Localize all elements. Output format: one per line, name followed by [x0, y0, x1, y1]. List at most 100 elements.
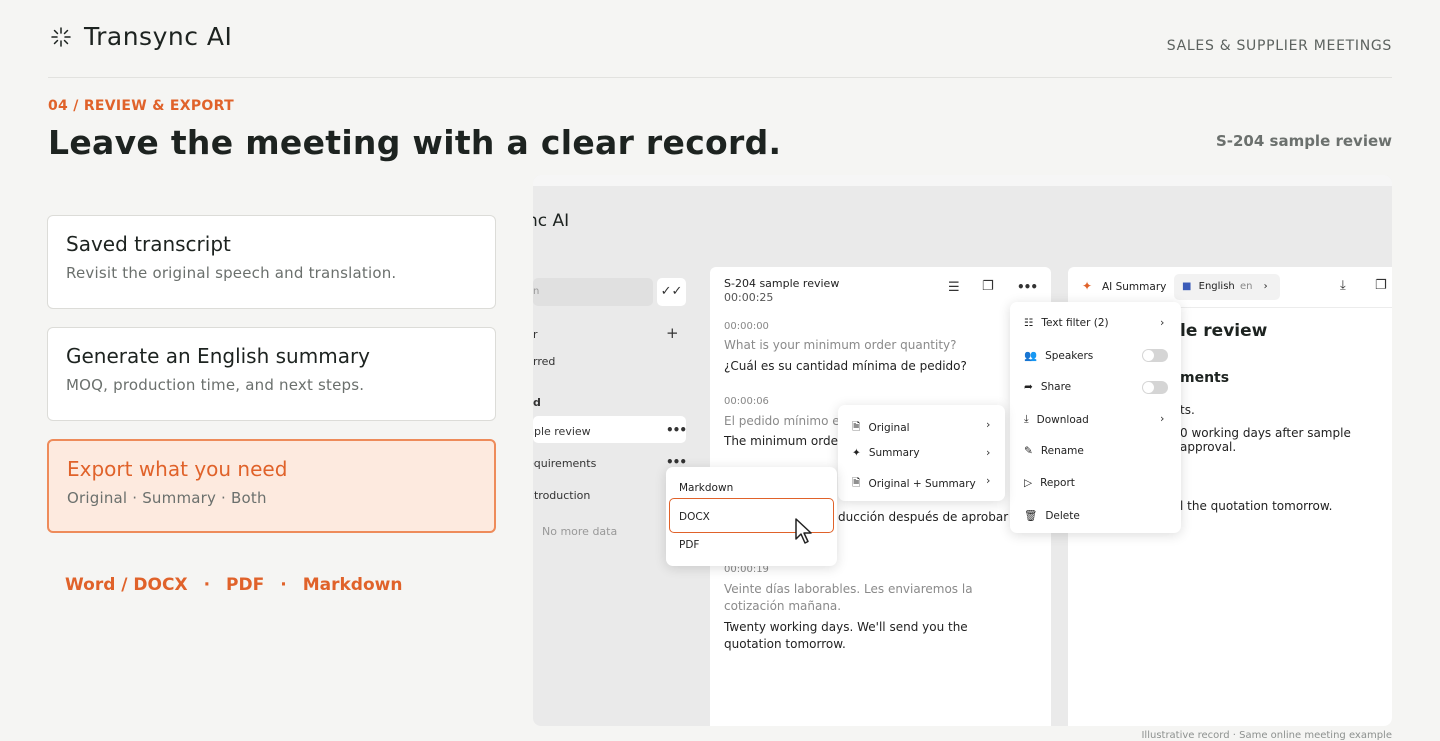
menu-label: Rename: [1040, 445, 1084, 457]
copy-icon[interactable]: ❐: [982, 279, 994, 294]
format-separator: ·: [280, 575, 287, 595]
original-text: What is your minimum order quantity?: [724, 338, 957, 352]
add-folder-button[interactable]: +: [666, 324, 679, 342]
trash-icon: 🗑: [1024, 510, 1038, 522]
timestamp: 00:00:06: [724, 396, 769, 407]
menu-share[interactable]: ➦ Share: [1024, 381, 1071, 393]
format-submenu: Markdown DOCX PDF: [666, 467, 837, 566]
sidebar-row: r: [533, 328, 538, 341]
app-titlebar: [533, 175, 1392, 186]
menu-text-filter[interactable]: ☷ Text filter (2): [1024, 317, 1109, 329]
app-window: nc AI n ✓✓ r + rred d nple review ••• eq…: [533, 175, 1392, 726]
translated-text: Twenty working days. We'll send you the …: [724, 620, 968, 651]
sparkle-logo-icon: [51, 26, 71, 47]
feature-title: Export what you need: [67, 457, 288, 481]
feature-subtitle: Revisit the original speech and translat…: [66, 264, 397, 282]
feature-subtitle: MOQ, production time, and next steps.: [66, 376, 365, 394]
download-both[interactable]: 🗎 Original + Summary: [852, 475, 976, 493]
app-title: nc AI: [533, 211, 570, 231]
menu-label: Speakers: [1045, 349, 1094, 362]
brand-name: Transync AI: [84, 22, 233, 51]
chevron-right-icon: ›: [1160, 412, 1165, 425]
users-icon: 👥: [1024, 350, 1038, 362]
chevron-right-icon: ›: [986, 474, 991, 487]
step-label: 04 / REVIEW & EXPORT: [48, 98, 234, 114]
language-selector[interactable]: ■ English en ›: [1174, 274, 1280, 300]
flag-icon: ■: [1182, 281, 1192, 292]
menu-label: Download: [1036, 413, 1089, 426]
menu-rename[interactable]: ✎ Rename: [1024, 445, 1084, 457]
format-markdown: Markdown: [302, 575, 403, 595]
language-code: en: [1239, 281, 1253, 292]
menu-label: Summary: [868, 447, 920, 459]
filter-icon: ☷: [1024, 317, 1034, 329]
format-docx-option[interactable]: DOCX: [679, 511, 710, 523]
brand-logo: Transync AI: [50, 22, 232, 51]
sparkle-icon: ✦: [852, 447, 861, 459]
sidebar-empty-label: No more data: [542, 525, 618, 538]
menu-delete[interactable]: 🗑 Delete: [1024, 509, 1080, 523]
mark-all-read-button[interactable]: ✓✓: [657, 278, 686, 306]
sidebar-starred[interactable]: rred: [533, 355, 555, 368]
summary-heading: le review: [1180, 321, 1268, 341]
send-icon: ▷: [1024, 477, 1033, 489]
format-markdown-option[interactable]: Markdown: [679, 482, 733, 494]
more-options-menu: ☷ Text filter (2) › 👥 Speakers ➦ Share ⤓ Dow…: [1010, 302, 1181, 533]
feature-card-summary[interactable]: Generate an English summary MOQ, product…: [47, 327, 496, 421]
summary-line: l the quotation tomorrow.: [1180, 499, 1333, 513]
original-text: Veinte días laborables. Les enviaremos l…: [724, 582, 973, 613]
download-original[interactable]: 🗎 Original: [852, 419, 910, 437]
language-name: English: [1198, 281, 1235, 292]
format-docx: Word / DOCX: [65, 575, 188, 595]
double-check-icon: ✓✓: [660, 284, 683, 299]
menu-label: Share: [1040, 381, 1072, 393]
download-icon[interactable]: ⤓: [1340, 278, 1346, 293]
sidebar-search-input[interactable]: n: [533, 278, 653, 306]
export-formats: Word / DOCX · PDF · Markdown: [65, 575, 402, 595]
tab-ai-summary[interactable]: AI Summary: [1102, 281, 1166, 293]
chevron-right-icon: ›: [986, 418, 991, 431]
transcript-duration: 00:00:25: [724, 291, 774, 304]
more-dots-icon[interactable]: •••: [666, 423, 687, 437]
document-icon: 🗎: [852, 477, 861, 489]
page-title: Leave the meeting with a clear record.: [48, 123, 782, 162]
format-separator: ·: [203, 575, 211, 595]
category-label: SALES & SUPPLIER MEETINGS: [1166, 38, 1392, 54]
chevron-right-icon: ›: [1263, 281, 1268, 292]
plus-icon: +: [666, 324, 679, 342]
sidebar-section: d: [533, 396, 541, 409]
download-icon: ⤓: [1024, 413, 1029, 425]
header-divider: [48, 77, 1392, 78]
summary-line: ts.: [1180, 403, 1195, 417]
format-pdf: PDF: [226, 575, 265, 595]
timestamp: 00:00:00: [724, 321, 769, 332]
transcript-title: S-204 sample review: [724, 277, 840, 290]
speakers-toggle[interactable]: [1142, 349, 1168, 362]
more-options-button[interactable]: •••: [1017, 280, 1038, 294]
menu-label: Original: [868, 422, 910, 434]
mouse-cursor-icon: [795, 518, 812, 544]
copy-icon[interactable]: ❐: [1375, 278, 1387, 293]
sidebar-item-requirements[interactable]: equirements: [533, 457, 596, 470]
menu-report[interactable]: ▷ Report: [1024, 477, 1075, 489]
feature-card-export[interactable]: Export what you need Original · Summary …: [47, 439, 496, 533]
menu-label: Report: [1040, 477, 1075, 489]
menu-label: Text filter (2): [1041, 317, 1109, 329]
format-pdf-option[interactable]: PDF: [679, 539, 699, 551]
share-toggle[interactable]: [1142, 381, 1168, 394]
notes-icon[interactable]: ☰: [948, 280, 960, 295]
sidebar-item-sample-review[interactable]: nple review: [533, 425, 591, 438]
footnote: Illustrative record · Same online meetin…: [1141, 730, 1392, 741]
menu-download[interactable]: ⤓ Download: [1024, 413, 1089, 426]
download-submenu: 🗎 Original › ✦ Summary › 🗎 Original + Summa…: [838, 405, 1005, 501]
feature-title: Generate an English summary: [66, 344, 371, 368]
pencil-icon: ✎: [1024, 445, 1033, 457]
menu-label: Original + Summary: [868, 478, 976, 490]
summary-section: ments: [1180, 370, 1230, 386]
sidebar-item-introduction[interactable]: ntroduction: [533, 489, 590, 502]
download-summary[interactable]: ✦ Summary: [852, 447, 920, 459]
chevron-right-icon: ›: [1160, 316, 1165, 329]
menu-speakers[interactable]: 👥 Speakers: [1024, 349, 1094, 363]
feature-card-transcript[interactable]: Saved transcript Revisit the original sp…: [47, 215, 496, 309]
translated-text: ducción después de aprobar la: [838, 510, 1023, 524]
